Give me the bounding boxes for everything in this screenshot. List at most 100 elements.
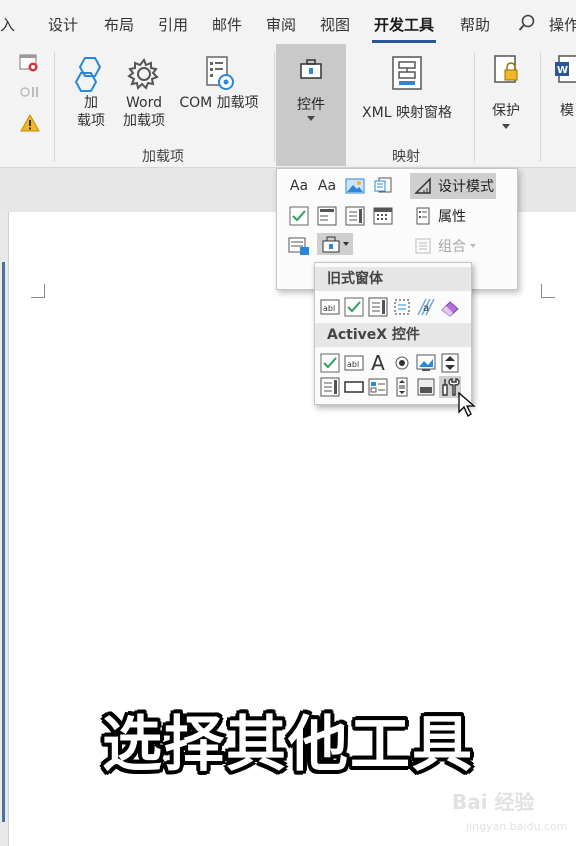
tab-review[interactable]: 审阅 [266,14,296,35]
eraser-icon [441,301,459,317]
tab-layout[interactable]: 布局 [104,14,134,35]
xml-mapping-label: XML 映射窗格 [362,105,452,121]
picture-icon [345,178,365,194]
design-mode-icon [414,177,431,194]
rich-text-control[interactable]: Aa [287,175,311,197]
text-field-icon: abl [320,299,340,315]
activex-toggle-button[interactable] [415,376,437,398]
page-corner-mark-left [31,284,45,298]
protect-label: 保护 [492,103,520,119]
properties-icon [416,207,430,225]
checkbox-control[interactable] [287,205,311,227]
tab-developer[interactable]: 开发工具 [371,14,437,43]
search-icon[interactable] [518,14,536,32]
ribbon-separator [274,52,275,162]
legacy-tools-caret [343,242,349,246]
activex-spin-button[interactable] [439,352,461,374]
repeating-section-icon [288,237,309,255]
svg-text:a: a [423,303,429,314]
xml-mapping-icon [392,56,422,90]
properties-item[interactable]: 属性 [410,203,496,229]
plain-text-control[interactable]: Aa [315,175,339,197]
activex-controls-header: ActiveX 控件 [315,323,471,347]
watermark-brand: Bai 经验 [452,790,535,814]
text-field-glyph: abl [323,304,335,313]
activex-command-button[interactable] [343,376,365,398]
addins-label-line2: 载项 [77,113,105,129]
activex-option-button[interactable] [391,352,413,374]
tab-references[interactable]: 引用 [158,14,188,35]
date-picker-control[interactable] [371,205,395,227]
ribbon-tab-bar: 入 设计 布局 引用 邮件 审阅 视图 开发工具 帮助 操作 [0,0,576,44]
warning-icon[interactable] [20,114,40,132]
tab-insert[interactable]: 入 [0,14,15,35]
tab-tell-me[interactable]: 操作 [549,14,576,35]
label-a-icon: A [371,351,385,375]
watermark-url: jingyan.baidu.com [466,820,568,833]
more-controls-tools-icon [442,378,460,396]
word-addins-button[interactable]: Word 加载项 [118,54,170,130]
activex-list-box[interactable] [367,376,389,398]
template-button[interactable]: W 模 [552,54,576,120]
legacy-insert-frame[interactable] [391,296,413,318]
baidu-jingyan-watermark: Bai 经验 jingyan.baidu.com [452,786,572,842]
activex-image[interactable] [415,352,437,374]
legacy-reset-form-fields[interactable] [439,296,461,318]
building-block-icon [374,177,392,193]
rich-text-control-label: Aa [289,178,309,194]
scroll-bar-icon [396,377,408,397]
word-addins-label-line2: 加载项 [123,113,165,129]
design-mode-item[interactable]: 设计模式 [410,173,496,199]
checkbox-check-icon [289,206,309,226]
svg-text:W: W [557,65,568,76]
legacy-form-field-shading[interactable]: a [415,296,437,318]
group-icon [415,238,431,254]
controls-button[interactable]: 控件 [276,44,346,166]
tab-design[interactable]: 设计 [48,14,78,35]
building-block-gallery-control[interactable] [371,175,395,197]
check-box-icon [344,297,364,317]
addins-button[interactable]: 加 载项 [66,54,116,130]
legacy-drop-down[interactable] [367,296,389,318]
activex-scroll-bar[interactable] [391,376,413,398]
ribbon-separator [540,52,541,162]
frame-icon [394,299,410,315]
macro-security-icon[interactable] [18,52,40,74]
template-label: 模 [560,103,574,119]
calendar-icon [373,207,393,225]
protect-document-icon [494,55,518,83]
activex-text-box[interactable]: abl [343,352,365,374]
xml-mapping-pane-button[interactable]: XML 映射窗格 [354,54,460,122]
spin-button-icon [441,353,459,373]
tab-help[interactable]: 帮助 [460,14,490,35]
group-caret [470,244,476,248]
tab-view[interactable]: 视图 [320,14,350,35]
com-addins-button[interactable]: COM 加载项 [170,54,268,112]
protect-button[interactable]: 保护 [482,54,530,129]
activex-check-box[interactable] [319,352,341,374]
mapping-group-label: 映射 [392,149,420,165]
picture-control[interactable] [343,175,367,197]
properties-label: 属性 [438,209,466,225]
legacy-text-field[interactable]: abl [319,296,341,318]
combo-box-icon [317,206,337,226]
addins-label-line1: 加 [84,95,98,111]
controls-dropdown-caret [307,116,315,121]
tab-mailings[interactable]: 邮件 [212,14,242,35]
page-corner-mark-right [541,284,555,298]
design-mode-label: 设计模式 [438,179,494,195]
activex-combo-box[interactable] [319,376,341,398]
legacy-check-box[interactable] [343,296,365,318]
activex-check-box-icon [320,353,340,373]
repeating-section-control[interactable] [287,235,311,257]
legacy-tools-button[interactable] [317,233,353,255]
drop-down-icon [368,297,388,317]
addins-hexagon-icon [74,57,102,92]
legacy-tools-submenu: 旧式窗体 abl a ActiveX 控件 abl A [314,262,472,405]
combo-box-control[interactable] [315,205,339,227]
drop-down-list-control[interactable] [343,205,367,227]
activex-label[interactable]: A [367,351,389,375]
ribbon: 加 载项 Word 加载项 COM 加载项 加载项 控件 XML 映射窗格 映射… [0,44,576,168]
ribbon-separator [54,52,55,162]
list-box-icon [368,378,388,396]
